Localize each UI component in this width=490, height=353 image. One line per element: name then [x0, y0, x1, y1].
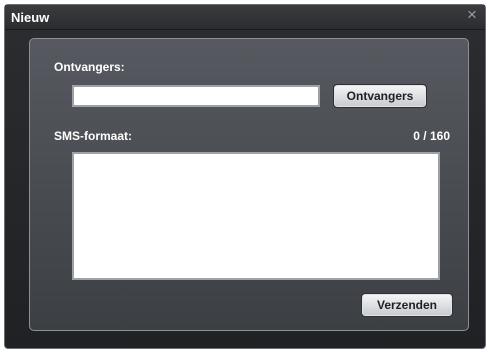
recipients-label: Ontvangers:: [54, 60, 125, 74]
compose-panel: Ontvangers: Ontvangers SMS-formaat: 0 / …: [29, 38, 469, 331]
title-bar[interactable]: Nieuw ×: [5, 5, 485, 30]
message-textarea[interactable]: [72, 152, 440, 280]
dialog-window: Nieuw × Ontvangers: Ontvangers SMS-forma…: [4, 4, 486, 349]
send-button[interactable]: Verzenden: [361, 293, 453, 317]
close-icon[interactable]: ×: [459, 5, 485, 27]
sms-format-label: SMS-formaat:: [54, 129, 133, 143]
character-counter: 0 / 160: [413, 129, 450, 143]
recipients-input[interactable]: [72, 85, 320, 107]
window-title: Nieuw: [11, 10, 50, 25]
recipients-button[interactable]: Ontvangers: [333, 84, 427, 108]
